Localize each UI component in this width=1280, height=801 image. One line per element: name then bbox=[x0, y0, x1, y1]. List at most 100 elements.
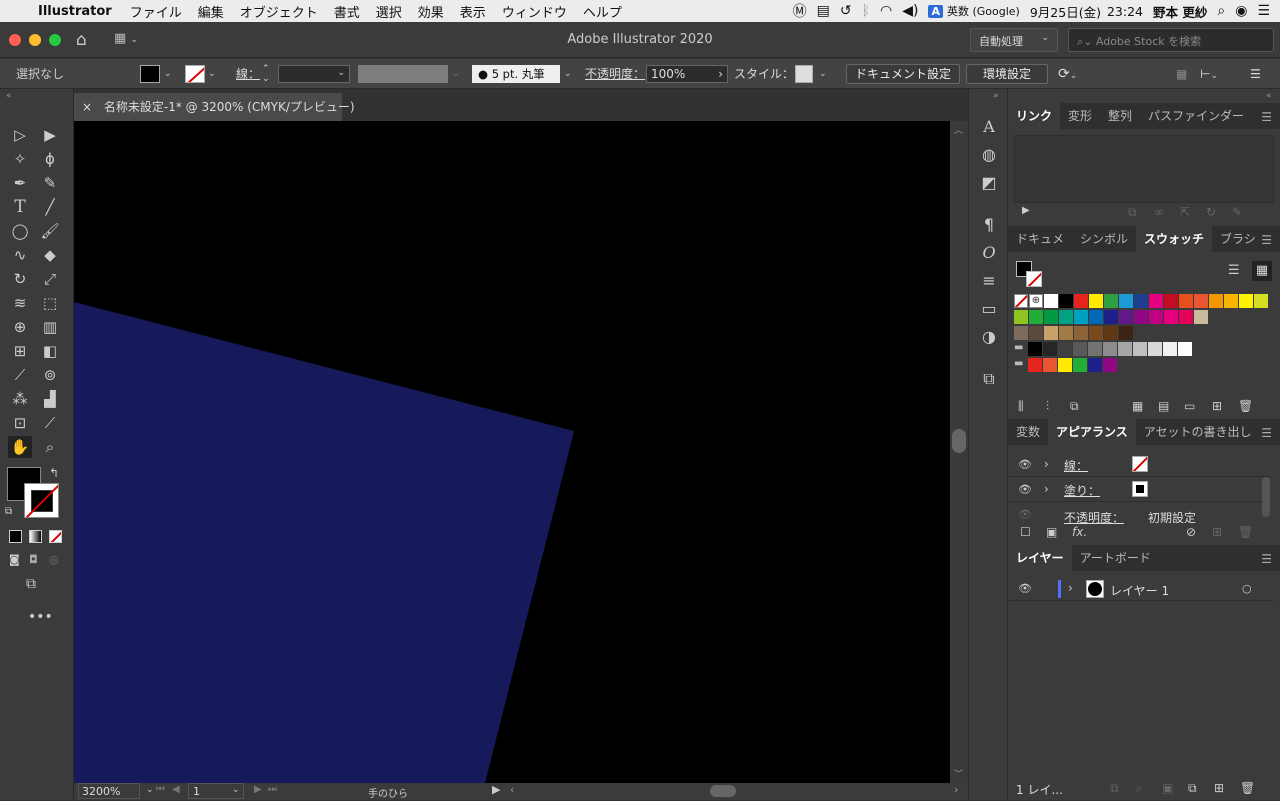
menu-file[interactable]: ファイル bbox=[122, 2, 190, 21]
siri-icon[interactable]: ◉ bbox=[1235, 3, 1247, 19]
stroke-weight-label[interactable]: 線： bbox=[236, 64, 260, 84]
tab-symbols[interactable]: シンボル bbox=[1072, 226, 1136, 252]
menu-object[interactable]: オブジェクト bbox=[232, 2, 326, 21]
shape-builder-tool-icon[interactable]: ⊕ bbox=[8, 316, 32, 338]
appearance-opacity-row[interactable]: 👁 不透明度： 初期設定 bbox=[1008, 503, 1270, 527]
time-machine-icon[interactable]: ↺ bbox=[840, 3, 852, 19]
swatch-row2-5[interactable] bbox=[1089, 310, 1103, 324]
none-mode-icon[interactable] bbox=[49, 530, 62, 543]
volume-icon[interactable]: ◀) bbox=[902, 3, 918, 19]
swatch-row1-1[interactable] bbox=[1059, 294, 1073, 308]
menu-view[interactable]: 表示 bbox=[452, 2, 494, 21]
stroke-color-swatch[interactable] bbox=[185, 65, 205, 83]
status-menu-icon[interactable]: ▶ bbox=[492, 783, 500, 796]
links-list[interactable] bbox=[1014, 135, 1274, 203]
add-effect-icon[interactable]: fx. bbox=[1072, 525, 1087, 539]
color-guide-icon[interactable]: ◍ bbox=[977, 143, 1001, 167]
swatch-row1-3[interactable] bbox=[1089, 294, 1103, 308]
tab-asset-export[interactable]: アセットの書き出し bbox=[1136, 419, 1260, 445]
width-tool-icon[interactable]: ≋ bbox=[8, 292, 32, 314]
last-artboard-icon[interactable]: ⏭ bbox=[268, 784, 277, 795]
menu-effect[interactable]: 効果 bbox=[410, 2, 452, 21]
swatch-registration[interactable]: ⊕ bbox=[1029, 294, 1043, 308]
fill-color-swatch[interactable] bbox=[140, 65, 160, 83]
duplicate-item-icon[interactable]: ⊞ bbox=[1212, 525, 1222, 539]
mesh-tool-icon[interactable]: ⊞ bbox=[8, 340, 32, 362]
style-dropdown-icon[interactable]: ⌄ bbox=[819, 64, 827, 84]
folder-icon[interactable]: ▭ bbox=[1184, 399, 1195, 413]
fill-label[interactable]: 塗り： bbox=[1064, 482, 1100, 499]
free-transform-tool-icon[interactable]: ⬚ bbox=[38, 292, 62, 314]
tab-variables[interactable]: 変数 bbox=[1008, 419, 1048, 445]
blend-tool-icon[interactable]: ⊚ bbox=[38, 364, 62, 386]
scroll-up-icon[interactable]: ︿ bbox=[954, 123, 963, 136]
perspective-grid-tool-icon[interactable]: ▥ bbox=[38, 316, 62, 338]
menu-select[interactable]: 選択 bbox=[368, 2, 410, 21]
vertical-scrollbar[interactable]: ︿ ﹀ bbox=[950, 121, 968, 783]
scroll-down-icon[interactable]: ﹀ bbox=[954, 767, 963, 780]
swatch-row4-6[interactable] bbox=[1118, 342, 1132, 356]
new-sublayer-icon[interactable]: ⧉ bbox=[1188, 781, 1197, 796]
opacity-row-label[interactable]: 不透明度： bbox=[1064, 509, 1124, 526]
swatch-row1-9[interactable] bbox=[1179, 294, 1193, 308]
go-to-link-icon[interactable]: ⇱ bbox=[1180, 205, 1190, 219]
swatch-row1-12[interactable] bbox=[1224, 294, 1238, 308]
swatch-row3-0[interactable] bbox=[1014, 326, 1028, 340]
swatch-row2-4[interactable] bbox=[1074, 310, 1088, 324]
type-tool-icon[interactable]: T bbox=[8, 196, 32, 218]
swatch-row1-8[interactable] bbox=[1164, 294, 1178, 308]
swatch-row4-0[interactable] bbox=[1028, 342, 1042, 356]
clipping-mask-icon[interactable]: ▣ bbox=[1162, 781, 1173, 795]
tab-pathfinder[interactable]: パスファインダー bbox=[1140, 103, 1252, 129]
swatch-row1-0[interactable] bbox=[1044, 294, 1058, 308]
line-tool-icon[interactable]: ╱ bbox=[38, 196, 62, 218]
workspace-switcher[interactable]: 自動処理 ⌄ bbox=[970, 28, 1058, 52]
swatch-row4-10[interactable] bbox=[1178, 342, 1192, 356]
delete-item-icon[interactable]: 🗑 bbox=[1238, 525, 1253, 539]
graphic-styles-icon[interactable]: ◩ bbox=[977, 171, 1001, 195]
transparency-panel-icon[interactable]: ◑ bbox=[977, 325, 1001, 349]
thumbnail-view-icon[interactable]: ▦ bbox=[1252, 261, 1272, 281]
tab-brushes[interactable]: ブラシ bbox=[1212, 226, 1264, 252]
edit-original-icon[interactable]: ✎ bbox=[1232, 205, 1242, 219]
graphic-style-swatch[interactable] bbox=[795, 65, 813, 83]
swatch-row5-5[interactable] bbox=[1103, 358, 1117, 372]
swatch-row1-6[interactable] bbox=[1134, 294, 1148, 308]
character-panel-icon[interactable]: A bbox=[977, 115, 1001, 139]
grayscale-group-folder-icon[interactable]: ▬ bbox=[1014, 342, 1023, 353]
stroke-panel-icon[interactable]: ≡ bbox=[977, 269, 1001, 293]
swatch-row3-1[interactable] bbox=[1029, 326, 1043, 340]
gradient-panel-icon[interactable]: ▭ bbox=[977, 297, 1001, 321]
menu-type[interactable]: 書式 bbox=[326, 2, 368, 21]
swatch-row2-6[interactable] bbox=[1104, 310, 1118, 324]
tab-document-info[interactable]: ドキュメ bbox=[1008, 226, 1072, 252]
swatch-row4-3[interactable] bbox=[1073, 342, 1087, 356]
tab-transform[interactable]: 変形 bbox=[1060, 103, 1100, 129]
tab-links[interactable]: リンク bbox=[1008, 103, 1061, 129]
swatch-row2-12[interactable] bbox=[1194, 310, 1208, 324]
layer-target-icon[interactable]: ○ bbox=[1242, 582, 1252, 595]
swatch-row4-5[interactable] bbox=[1103, 342, 1117, 356]
expand-panels-icon[interactable]: » bbox=[993, 91, 999, 101]
tab-artboards[interactable]: アートボード bbox=[1072, 545, 1159, 571]
appearance-stroke-row[interactable]: 👁 › 線： bbox=[1008, 453, 1270, 477]
lasso-tool-icon[interactable]: ϕ bbox=[38, 148, 62, 170]
show-link-info-icon[interactable]: ▶ bbox=[1022, 205, 1030, 216]
scroll-left-icon[interactable]: ‹ bbox=[510, 783, 514, 796]
menu-help[interactable]: ヘルプ bbox=[575, 2, 630, 21]
layers-panel-menu-icon[interactable]: ☰ bbox=[1261, 552, 1272, 566]
new-color-group-icon[interactable]: ▤ bbox=[1158, 399, 1169, 413]
visibility-eye-icon[interactable]: 👁 bbox=[1018, 458, 1032, 471]
layer-name[interactable]: レイヤー 1 bbox=[1110, 582, 1169, 599]
swatch-row2-1[interactable] bbox=[1029, 310, 1043, 324]
menu-window[interactable]: ウィンドウ bbox=[494, 2, 575, 21]
delete-swatch-icon[interactable]: 🗑 bbox=[1238, 399, 1253, 413]
fill-dropdown-icon[interactable]: ⌄ bbox=[164, 64, 172, 84]
tab-layers[interactable]: レイヤー bbox=[1008, 545, 1072, 571]
expand-chevron-icon[interactable]: › bbox=[1044, 482, 1049, 496]
tab-align[interactable]: 整列 bbox=[1100, 103, 1140, 129]
add-stroke-icon[interactable]: ☐ bbox=[1020, 525, 1031, 539]
swatch-row3-6[interactable] bbox=[1104, 326, 1118, 340]
column-graph-tool-icon[interactable]: ▟ bbox=[38, 388, 62, 410]
swatch-row2-11[interactable] bbox=[1179, 310, 1193, 324]
